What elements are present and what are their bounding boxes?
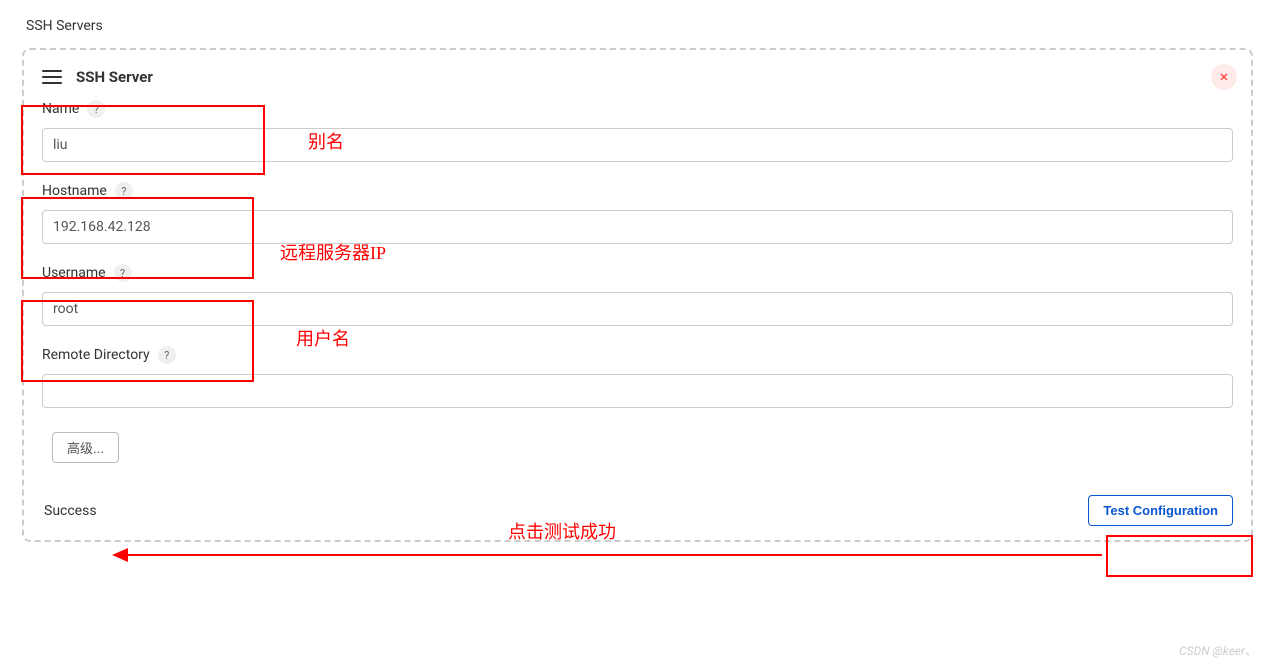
field-name: Name ? (42, 100, 1233, 162)
help-icon[interactable]: ? (158, 346, 176, 364)
field-username: Username ? (42, 264, 1233, 326)
test-configuration-button[interactable]: Test Configuration (1088, 495, 1233, 526)
annotation-arrow (114, 554, 1102, 556)
advanced-button[interactable]: 高级... (52, 432, 119, 463)
help-icon[interactable]: ? (114, 264, 132, 282)
help-icon[interactable]: ? (115, 182, 133, 200)
name-input[interactable] (42, 128, 1233, 162)
hamburger-icon[interactable] (42, 70, 62, 84)
username-input[interactable] (42, 292, 1233, 326)
bottom-row: Success Test Configuration (42, 495, 1233, 526)
watermark: CSDN @keer、 (1179, 642, 1257, 659)
remote-directory-input[interactable] (42, 374, 1233, 408)
section-title: SSH Servers (0, 0, 1271, 44)
status-message: Success (42, 503, 97, 519)
close-button[interactable]: × (1211, 64, 1237, 90)
username-label: Username (42, 265, 106, 281)
panel-title: SSH Server (76, 68, 153, 86)
field-remote-directory: Remote Directory ? (42, 346, 1233, 408)
remote-directory-label: Remote Directory (42, 347, 150, 363)
field-hostname: Hostname ? (42, 182, 1233, 244)
panel-header: SSH Server (42, 68, 1233, 86)
hostname-input[interactable] (42, 210, 1233, 244)
hostname-label: Hostname (42, 183, 107, 199)
help-icon[interactable]: ? (87, 100, 105, 118)
name-label: Name (42, 101, 79, 117)
ssh-server-panel: SSH Server × Name ? Hostname ? Username … (22, 48, 1253, 542)
